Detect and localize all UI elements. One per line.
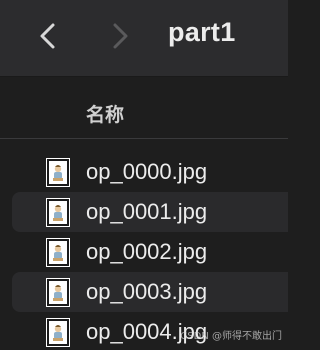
chevron-left-icon bbox=[40, 23, 55, 49]
chevron-right-icon bbox=[113, 23, 128, 49]
column-header[interactable]: 名称 bbox=[0, 88, 288, 139]
watermark: CSDN @师得不敢出门 bbox=[180, 331, 282, 342]
file-row[interactable]: op_0001.jpg bbox=[12, 192, 288, 232]
image-thumbnail-icon bbox=[46, 238, 70, 267]
file-name: op_0000.jpg bbox=[86, 159, 208, 184]
name-column-label: 名称 bbox=[86, 104, 125, 126]
image-thumbnail-icon bbox=[46, 198, 70, 227]
file-list: op_0000.jpg op_0001.jpg op_0002.jpg op_0003… bbox=[0, 152, 288, 350]
back-button[interactable] bbox=[28, 16, 68, 56]
image-thumbnail-icon bbox=[46, 318, 70, 347]
file-name: op_0001.jpg bbox=[86, 199, 208, 224]
toolbar: part1 bbox=[0, 0, 288, 77]
forward-button[interactable] bbox=[100, 16, 140, 56]
file-row[interactable]: op_0003.jpg bbox=[12, 272, 288, 312]
finder-window: part1 名称 op_0000.jpg op_0001.jpg op_0002.j… bbox=[0, 0, 288, 350]
folder-title: part1 bbox=[168, 17, 236, 47]
image-thumbnail-icon bbox=[46, 278, 70, 307]
file-row[interactable]: op_0000.jpg bbox=[12, 152, 288, 192]
file-row[interactable]: op_0002.jpg bbox=[12, 232, 288, 272]
file-name: op_0003.jpg bbox=[86, 279, 208, 304]
file-name: op_0002.jpg bbox=[86, 239, 208, 264]
image-thumbnail-icon bbox=[46, 158, 70, 187]
